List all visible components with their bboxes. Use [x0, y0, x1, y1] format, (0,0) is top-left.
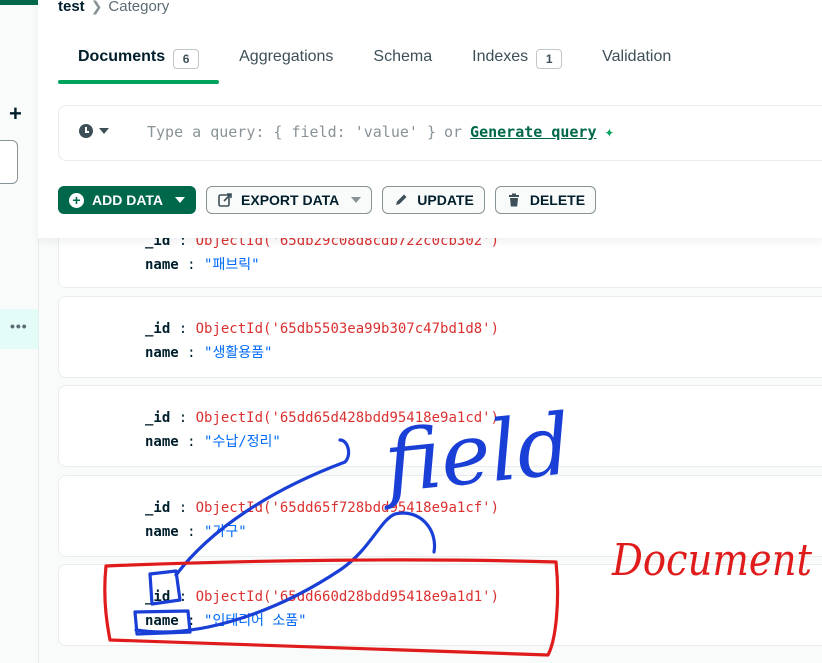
- tab-label: Indexes: [472, 48, 529, 65]
- breadcrumb: test ❯ Category: [58, 0, 169, 15]
- field-value: "생활용품": [204, 345, 273, 361]
- chevron-down-icon: [351, 197, 362, 203]
- field-name: name : "수납/정리": [145, 434, 281, 450]
- document-card[interactable]: _id : ObjectId('65dd65d428bdd95418e9a1cd…: [58, 385, 822, 467]
- field-id: _id : ObjectId('65dd65d428bdd95418e9a1cd…: [145, 410, 500, 426]
- document-card[interactable]: _id : ObjectId('65db5503ea99b307c47bd1d8…: [58, 296, 822, 378]
- query-history-button[interactable]: [79, 124, 109, 138]
- breadcrumb-collection: Category: [108, 0, 170, 15]
- field-value: "패브릭": [204, 257, 260, 273]
- field-id: _id : ObjectId('65dd660d28bdd95418e9a1d1…: [145, 589, 500, 605]
- update-label: UPDATE: [417, 192, 474, 208]
- export-icon: [218, 193, 232, 207]
- field-value: "가구": [204, 524, 247, 540]
- collection-view: test ❯ Category Documents 6 Aggregations…: [38, 0, 822, 663]
- breadcrumb-database[interactable]: test: [58, 0, 85, 15]
- field-key: name: [145, 613, 179, 629]
- document-card[interactable]: _id : ObjectId('65dd65f728bdd95418e9a1cf…: [58, 475, 822, 557]
- tab-label: Aggregations: [239, 48, 334, 65]
- update-button[interactable]: UPDATE: [382, 186, 485, 214]
- tab-schema[interactable]: Schema: [353, 38, 452, 86]
- field-key: name: [145, 524, 179, 540]
- clock-icon: [79, 124, 93, 138]
- field-value: ObjectId('65dd65d428bdd95418e9a1cd'): [195, 410, 500, 426]
- tab-label: Validation: [602, 48, 672, 65]
- trash-icon: [508, 193, 519, 207]
- tab-validation[interactable]: Validation: [582, 38, 691, 86]
- document-card[interactable]: _id : ObjectId('65dd660d28bdd95418e9a1d1…: [58, 564, 822, 646]
- chevron-down-icon: [175, 197, 186, 203]
- sparkle-icon: ✦: [604, 122, 615, 141]
- field-key: _id: [145, 410, 171, 426]
- field-name: name : "가구": [145, 524, 247, 540]
- field-value: "인테리어 소품": [204, 613, 307, 629]
- field-key: name: [145, 257, 179, 273]
- query-or-text: or: [443, 122, 463, 141]
- field-value: "수납/정리": [204, 434, 281, 450]
- field-key: _id: [145, 589, 171, 605]
- field-id: _id : ObjectId('65db5503ea99b307c47bd1d8…: [145, 321, 500, 337]
- field-key: name: [145, 434, 179, 450]
- tab-label: Documents: [78, 48, 166, 65]
- tab-aggregations[interactable]: Aggregations: [219, 38, 353, 86]
- tab-documents[interactable]: Documents 6: [58, 38, 220, 86]
- collection-tabs: Documents 6 Aggregations Schema Indexes …: [58, 38, 691, 86]
- field-name: name : "패브릭": [145, 257, 260, 273]
- query-placeholder: Type a query: { field: 'value' }: [147, 122, 436, 141]
- generate-query-link[interactable]: Generate query: [470, 123, 596, 141]
- field-value: ObjectId('65db5503ea99b307c47bd1d8'): [195, 321, 500, 337]
- field-name: name : "생활용품": [145, 345, 273, 361]
- more-options-icon[interactable]: •••: [10, 318, 28, 334]
- field-value: ObjectId('65dd660d28bdd95418e9a1d1'): [195, 589, 500, 605]
- chevron-down-icon: [99, 128, 109, 134]
- sidebar-accent-bar: [0, 0, 38, 5]
- plus-circle-icon: +: [69, 192, 84, 208]
- add-database-icon[interactable]: +: [9, 102, 22, 126]
- indexes-count-badge: 1: [536, 49, 563, 69]
- collection-header: test ❯ Category Documents 6 Aggregations…: [38, 0, 822, 238]
- add-data-label: ADD DATA: [92, 192, 164, 208]
- tab-label: Schema: [373, 48, 433, 65]
- field-key: _id: [145, 500, 171, 516]
- documents-count-badge: 6: [173, 49, 200, 69]
- delete-button[interactable]: DELETE: [494, 186, 597, 214]
- sidebar-search-box[interactable]: [0, 140, 18, 184]
- chevron-right-icon: ❯: [90, 0, 103, 14]
- field-id: _id : ObjectId('65dd65f728bdd95418e9a1cf…: [145, 500, 500, 516]
- field-name: name : "인테리어 소품": [145, 613, 307, 629]
- left-sidebar: + •••: [0, 0, 39, 663]
- query-input[interactable]: Type a query: { field: 'value' } or Gene…: [147, 122, 614, 141]
- document-toolbar: + ADD DATA EXPORT DATA UPDATE DELETE: [58, 186, 597, 214]
- export-data-button[interactable]: EXPORT DATA: [206, 186, 373, 214]
- export-data-label: EXPORT DATA: [241, 192, 340, 208]
- tab-indexes[interactable]: Indexes 1: [452, 38, 582, 86]
- field-key: _id: [145, 321, 171, 337]
- query-bar: Type a query: { field: 'value' } or Gene…: [58, 105, 822, 161]
- delete-label: DELETE: [529, 192, 586, 208]
- field-value: ObjectId('65dd65f728bdd95418e9a1cf'): [195, 500, 500, 516]
- field-key: name: [145, 345, 179, 361]
- pencil-icon: [396, 194, 407, 205]
- add-data-button[interactable]: + ADD DATA: [58, 186, 197, 214]
